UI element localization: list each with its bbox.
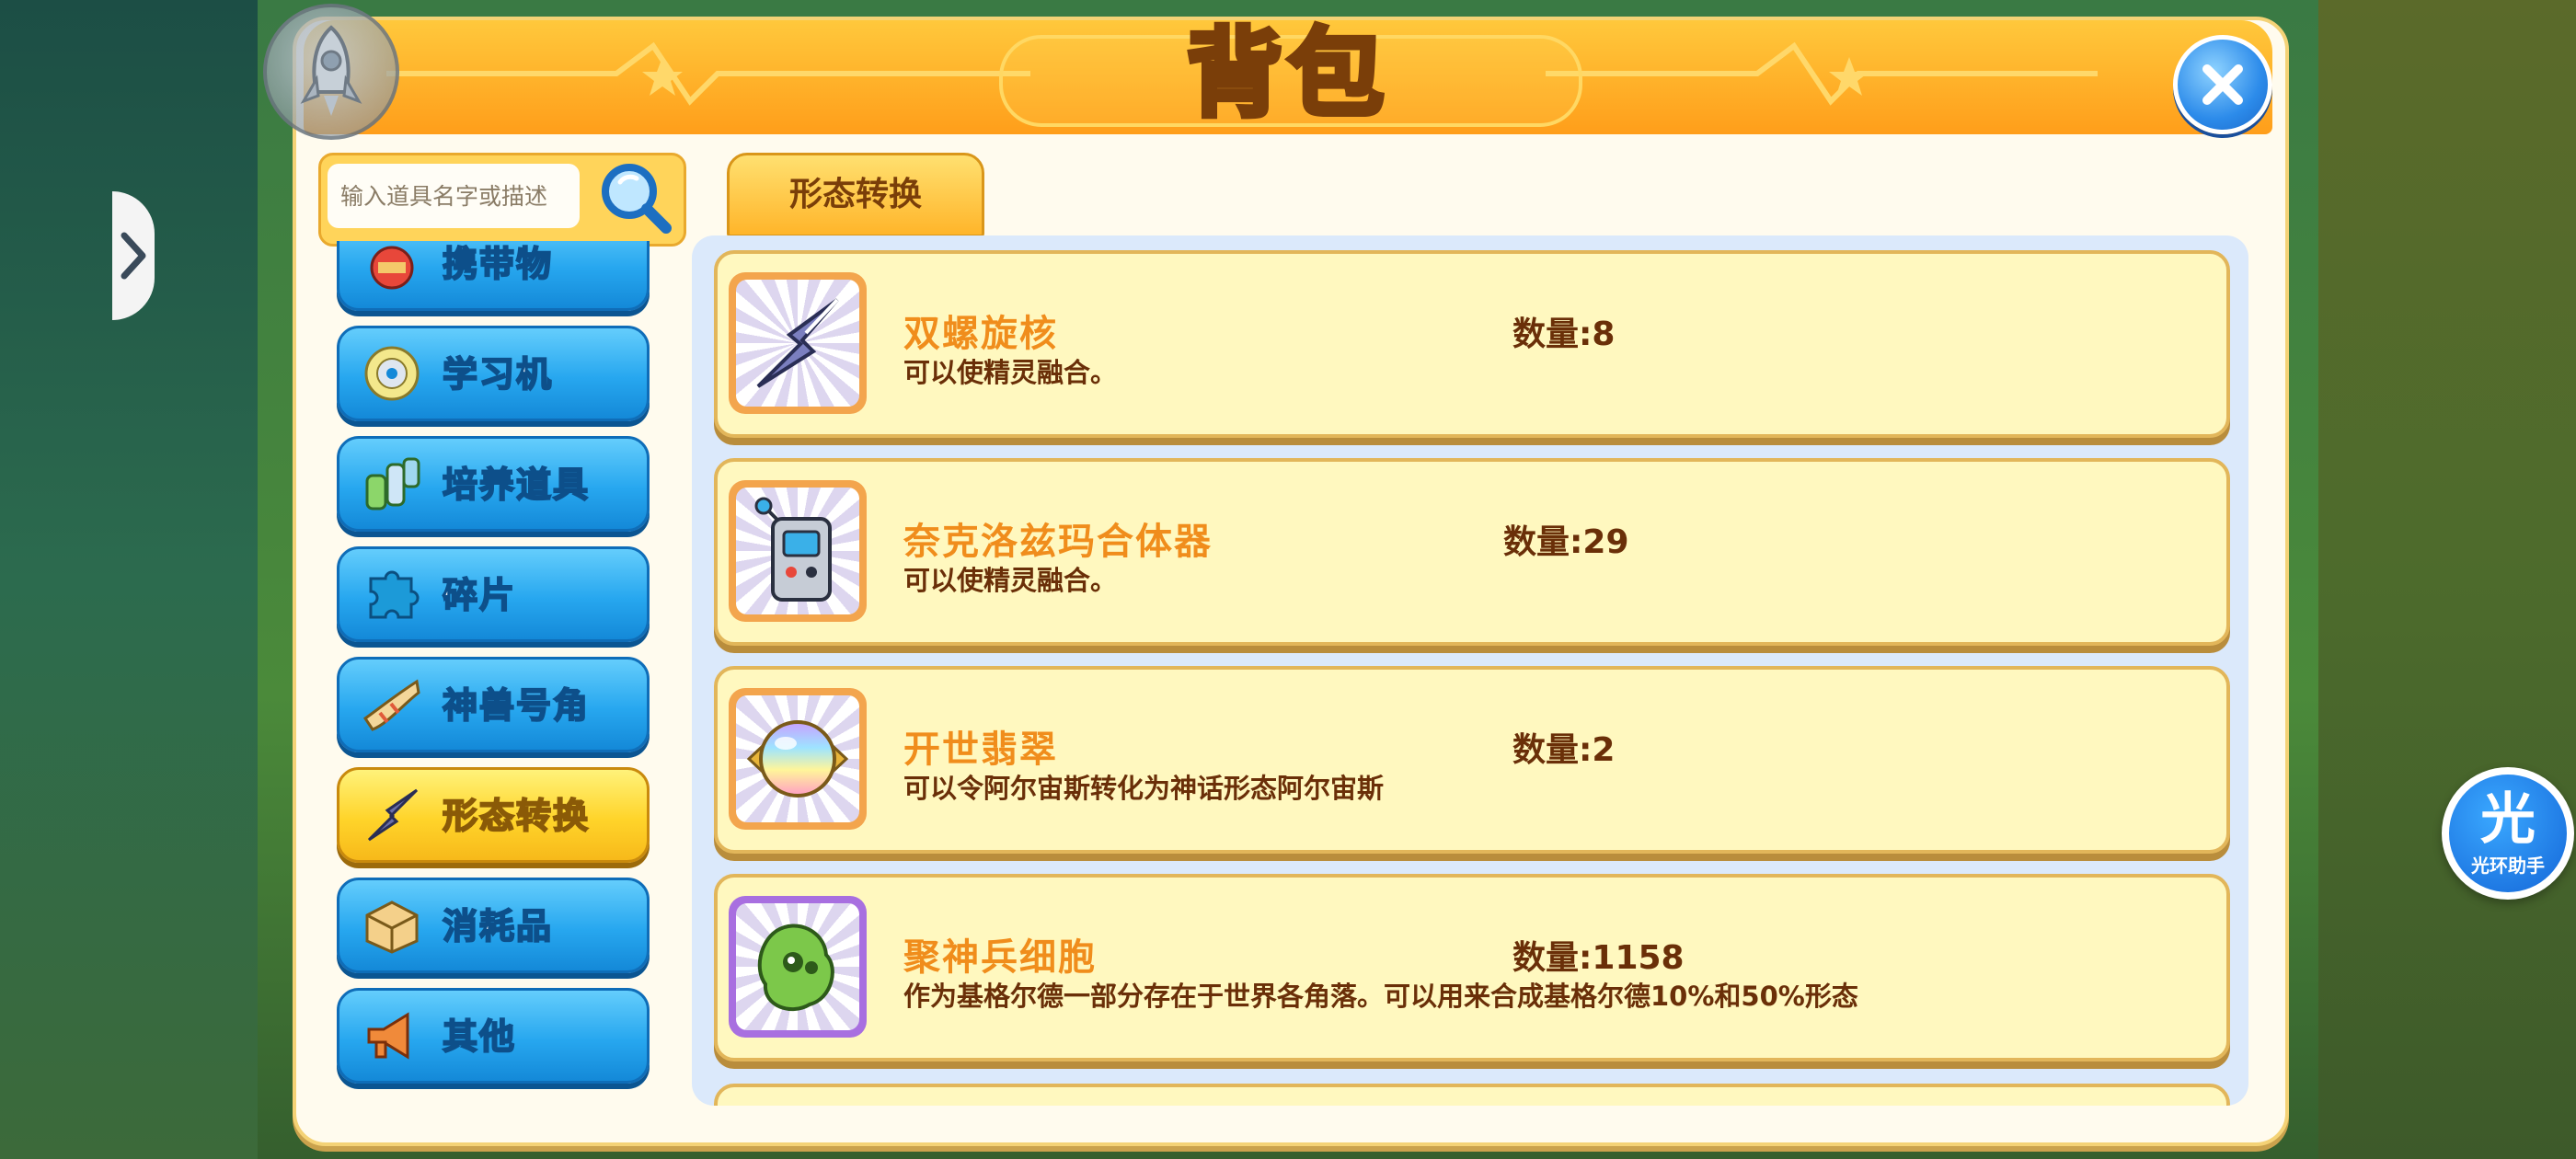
jade-orb-icon	[736, 695, 859, 822]
tab-form-change[interactable]: 形态转换	[727, 153, 984, 237]
double-helix-core-icon	[736, 280, 859, 407]
item-list: 双螺旋核 数量:8 可以使精灵融合。 奈克洛兹玛合体器 数量:29 可以使精灵融…	[692, 235, 2248, 1106]
megaphone-icon	[360, 1004, 424, 1068]
magnifier-icon	[602, 164, 672, 234]
rocket-icon	[300, 25, 362, 116]
item-icon-frame	[729, 688, 867, 830]
category-label: 形态转换	[442, 795, 591, 837]
item-description: 可以令阿尔宙斯转化为神话形态阿尔宙斯	[903, 773, 1385, 804]
carry-item-icon	[360, 241, 424, 295]
potion-bottles-icon	[360, 452, 424, 516]
horn-icon	[360, 672, 424, 737]
search-button[interactable]	[596, 158, 673, 235]
rocket-button[interactable]	[263, 4, 399, 140]
puzzle-piece-icon	[360, 562, 424, 626]
helper-label: 光环助手	[2471, 854, 2545, 877]
category-carry[interactable]: 携带物	[337, 241, 650, 311]
category-label: 培养道具	[442, 464, 591, 506]
item-card[interactable]: 双螺旋核 数量:8 可以使精灵融合。	[714, 250, 2230, 438]
category-form-change[interactable]: 形态转换	[337, 767, 650, 863]
item-name: 聚神兵细胞	[903, 936, 1097, 979]
item-name: 奈克洛兹玛合体器	[903, 521, 1213, 563]
helper-button[interactable]: 光 光环助手	[2442, 767, 2574, 900]
item-quantity: 数量:2	[1512, 731, 1616, 769]
category-fragments[interactable]: 碎片	[337, 546, 650, 642]
page-title: 背包	[1184, 16, 1389, 132]
background-left	[0, 0, 258, 1159]
category-other[interactable]: 其他	[337, 988, 650, 1084]
header-star-decoration-right	[1546, 41, 2098, 106]
helper-badge: 光 光环助手	[2449, 775, 2567, 892]
category-label: 携带物	[442, 243, 554, 285]
item-description: 作为基格尔德一部分存在于世界各角落。可以用来合成基格尔德10%和50%形态	[903, 981, 1858, 1012]
zygarde-cell-icon	[736, 903, 859, 1030]
category-label: 学习机	[442, 353, 554, 396]
close-button[interactable]	[2173, 35, 2272, 134]
header-star-decoration-left	[386, 41, 1030, 106]
close-icon	[2202, 64, 2243, 105]
item-icon-frame	[729, 480, 867, 622]
category-label: 消耗品	[442, 905, 554, 947]
category-horn[interactable]: 神兽号角	[337, 657, 650, 752]
disc-icon	[360, 341, 424, 406]
category-label: 碎片	[442, 574, 517, 616]
background-right	[2318, 0, 2576, 1159]
category-label: 神兽号角	[442, 684, 591, 727]
box-icon	[360, 893, 424, 958]
category-label: 其他	[442, 1016, 517, 1058]
chevron-right-icon	[121, 232, 146, 280]
item-name: 双螺旋核	[903, 313, 1058, 355]
item-description: 可以使精灵融合。	[903, 357, 1118, 388]
search-input[interactable]	[328, 164, 580, 228]
item-quantity: 数量:29	[1503, 523, 1629, 561]
helper-glyph: 光	[2480, 786, 2536, 852]
item-card[interactable]: 聚神兵细胞 数量:1158 作为基格尔德一部分存在于世界各角落。可以用来合成基格…	[714, 874, 2230, 1061]
item-icon-frame	[729, 896, 867, 1038]
category-tm[interactable]: 学习机	[337, 326, 650, 421]
fuser-device-icon	[736, 488, 859, 614]
category-training[interactable]: 培养道具	[337, 436, 650, 532]
item-icon-frame	[729, 272, 867, 414]
arrowhead-icon	[360, 783, 424, 847]
category-consumables[interactable]: 消耗品	[337, 878, 650, 973]
item-card[interactable]: 奈克洛兹玛合体器 数量:29 可以使精灵融合。	[714, 458, 2230, 646]
category-list: 携带物 学习机 培养道具 碎片 神兽号角 形态转换 消耗品 其他	[331, 241, 655, 1096]
item-card-partial[interactable]	[714, 1084, 2230, 1106]
item-card[interactable]: 开世翡翠 数量:2 可以令阿尔宙斯转化为神话形态阿尔宙斯	[714, 666, 2230, 854]
item-description: 可以使精灵融合。	[903, 565, 1118, 596]
item-quantity: 数量:8	[1512, 316, 1616, 353]
item-quantity: 数量:1158	[1512, 939, 1685, 977]
item-name: 开世翡翠	[903, 729, 1058, 771]
